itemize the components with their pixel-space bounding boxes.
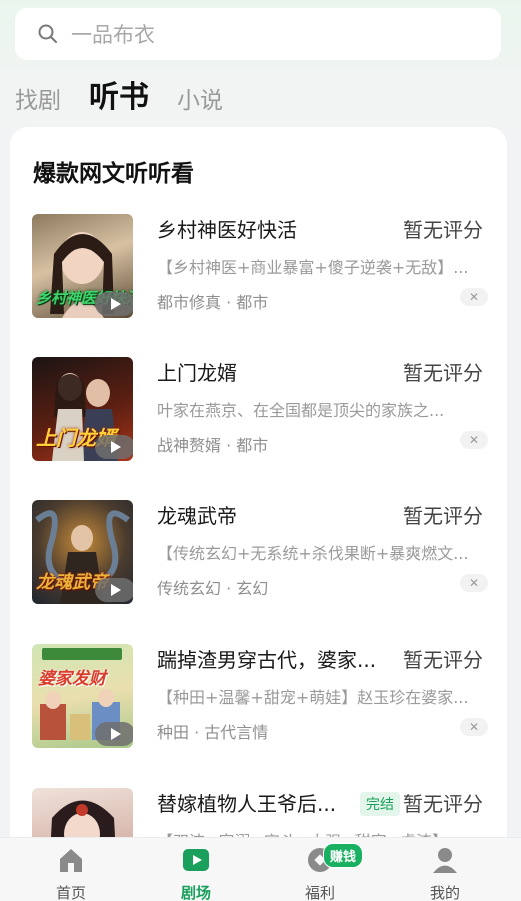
play-icon xyxy=(111,584,121,596)
book-cover[interactable]: 婆家发财 xyxy=(32,644,133,748)
close-icon[interactable]: ✕ xyxy=(460,431,488,449)
cover-title: 婆家发财 xyxy=(38,669,106,689)
book-title[interactable]: 踹掉渣男穿古代，婆家... xyxy=(157,644,376,673)
book-rating: 暂无评分 xyxy=(403,218,483,242)
nav-label: 剧场 xyxy=(180,884,211,901)
play-button[interactable] xyxy=(95,292,133,316)
book-rating: 暂无评分 xyxy=(403,792,483,816)
book-cover[interactable]: 乡村神医好快活 xyxy=(32,214,133,318)
recommend-card: 爆款网文听听看 乡村神医好快活 乡村神医好快活 暂无评分 【乡村神医+商业暴富+… xyxy=(10,127,507,887)
book-title[interactable]: 龙魂武帝 xyxy=(157,500,237,529)
book-tags: 都市修真 · 都市 xyxy=(157,293,269,312)
book-description: 【乡村神医+商业暴富+傻子逆袭+无敌】... xyxy=(157,258,469,277)
nav-welfare[interactable]: 赚钱 福利 xyxy=(270,838,370,901)
book-rating: 暂无评分 xyxy=(403,361,483,385)
list-item[interactable]: 上门龙婿 上门龙婿 暂无评分 叶家在燕京、在全国都是顶尖的家族之... 战神赘婿… xyxy=(10,357,507,463)
book-title[interactable]: 替嫁植物人王爷后... xyxy=(157,788,336,817)
play-button[interactable] xyxy=(95,578,133,602)
play-button[interactable] xyxy=(95,435,133,459)
list-item[interactable]: 龙魂武帝 龙魂武帝 暂无评分 【传统玄幻+无系统+杀伐果断+暴爽燃文... 传统… xyxy=(10,500,507,606)
book-rating: 暂无评分 xyxy=(403,648,483,672)
book-tags: 种田 · 古代言情 xyxy=(157,723,269,742)
book-title[interactable]: 上门龙婿 xyxy=(157,357,237,386)
top-tabs: 找剧 听书 小说 xyxy=(15,74,251,118)
close-icon[interactable]: ✕ xyxy=(460,718,488,736)
bottom-navigation: 首页 剧场 赚钱 福利 我的 xyxy=(0,837,521,901)
tab-audiobook[interactable]: 听书 xyxy=(89,78,149,118)
search-bar[interactable]: 一品布衣 xyxy=(15,8,501,60)
close-icon[interactable]: ✕ xyxy=(460,574,488,592)
list-item[interactable]: 乡村神医好快活 乡村神医好快活 暂无评分 【乡村神医+商业暴富+傻子逆袭+无敌】… xyxy=(10,214,507,320)
book-description: 【种田+温馨+甜宠+萌娃】赵玉珍在婆家... xyxy=(157,688,469,707)
book-tags: 传统玄幻 · 玄幻 xyxy=(157,579,269,598)
play-icon xyxy=(111,298,121,310)
book-description: 【传统玄幻+无系统+杀伐果断+暴爽燃文... xyxy=(157,544,469,563)
play-button[interactable] xyxy=(95,722,133,746)
tab-novel[interactable]: 小说 xyxy=(177,84,223,118)
section-title: 爆款网文听听看 xyxy=(33,161,194,187)
book-title[interactable]: 乡村神医好快活 xyxy=(157,214,297,243)
earn-money-badge: 赚钱 xyxy=(323,843,364,868)
book-cover[interactable]: 龙魂武帝 xyxy=(32,500,133,604)
nav-label: 我的 xyxy=(429,884,460,901)
book-rating: 暂无评分 xyxy=(403,504,483,528)
nav-home[interactable]: 首页 xyxy=(21,838,121,901)
book-tags: 战神赘婿 · 都市 xyxy=(157,436,269,455)
home-icon xyxy=(60,849,82,872)
nav-label: 福利 xyxy=(304,884,335,901)
nav-label: 首页 xyxy=(55,884,86,901)
completed-badge: 完结 xyxy=(360,792,400,816)
nav-profile[interactable]: 我的 xyxy=(395,838,495,901)
book-cover[interactable]: 上门龙婿 xyxy=(32,357,133,461)
theater-play-icon xyxy=(183,849,209,871)
book-description: 叶家在燕京、在全国都是顶尖的家族之... xyxy=(157,401,445,420)
search-icon xyxy=(38,24,57,43)
list-item[interactable]: 婆家发财 踹掉渣男穿古代，婆家... 暂无评分 【种田+温馨+甜宠+萌娃】赵玉珍… xyxy=(10,644,507,750)
profile-icon xyxy=(433,848,457,873)
nav-theater[interactable]: 剧场 xyxy=(146,838,246,901)
play-icon xyxy=(111,728,121,740)
search-placeholder: 一品布衣 xyxy=(71,23,155,47)
play-icon xyxy=(111,441,121,453)
close-icon[interactable]: ✕ xyxy=(460,288,488,306)
tab-find-drama[interactable]: 找剧 xyxy=(15,84,61,118)
